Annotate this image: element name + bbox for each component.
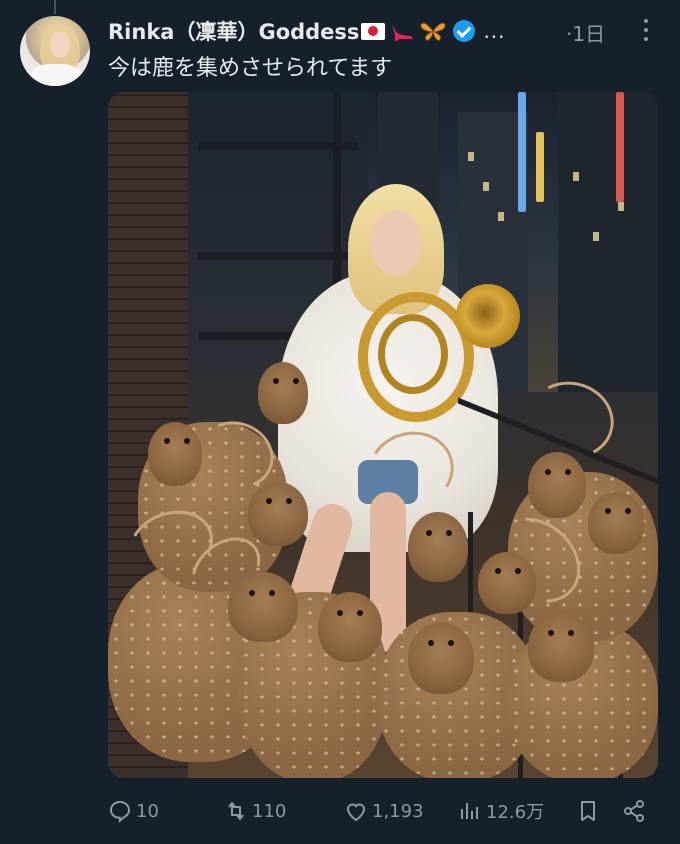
verified-badge-icon xyxy=(453,20,476,42)
share-icon xyxy=(622,799,646,823)
deer xyxy=(258,362,308,424)
more-options-icon[interactable] xyxy=(636,16,656,44)
deer xyxy=(318,592,382,662)
analytics-icon xyxy=(458,799,482,823)
deer xyxy=(248,482,308,546)
tweet-photo[interactable] xyxy=(108,92,658,778)
tweet-actions: 10 110 1,193 12.6万 xyxy=(108,794,648,828)
reply-count: 10 xyxy=(136,800,159,822)
high-heel-icon xyxy=(389,20,415,42)
like-count: 1,193 xyxy=(372,800,424,822)
share-button[interactable] xyxy=(622,794,650,828)
retweet-icon xyxy=(224,799,248,823)
butterfly-icon xyxy=(419,20,447,42)
reply-icon xyxy=(108,799,132,823)
reply-button[interactable]: 10 xyxy=(108,794,159,828)
bookmark-button[interactable] xyxy=(576,794,604,828)
time-value: 1日 xyxy=(572,22,606,46)
avatar[interactable] xyxy=(20,16,90,86)
retweet-count: 110 xyxy=(252,800,287,822)
deer xyxy=(528,452,586,518)
tweet-text: 今は鹿を集めさせられてます xyxy=(108,56,393,81)
name-truncation: ... xyxy=(483,19,506,43)
like-button[interactable]: 1,193 xyxy=(344,794,424,828)
deer xyxy=(408,622,474,694)
view-count: 12.6万 xyxy=(486,802,545,823)
tweet-timestamp[interactable]: ·1日 xyxy=(566,18,605,47)
views-button[interactable]: 12.6万 xyxy=(458,794,544,828)
bookmark-icon xyxy=(576,799,600,823)
heart-icon xyxy=(344,799,368,823)
japan-flag-icon xyxy=(361,22,386,40)
author-name[interactable]: Rinka（凜華）Goddess xyxy=(108,16,359,46)
deer xyxy=(528,612,594,682)
thread-line xyxy=(54,0,56,14)
deer xyxy=(588,492,644,554)
retweet-button[interactable]: 110 xyxy=(224,794,286,828)
deer xyxy=(148,422,202,486)
deer xyxy=(408,512,468,582)
